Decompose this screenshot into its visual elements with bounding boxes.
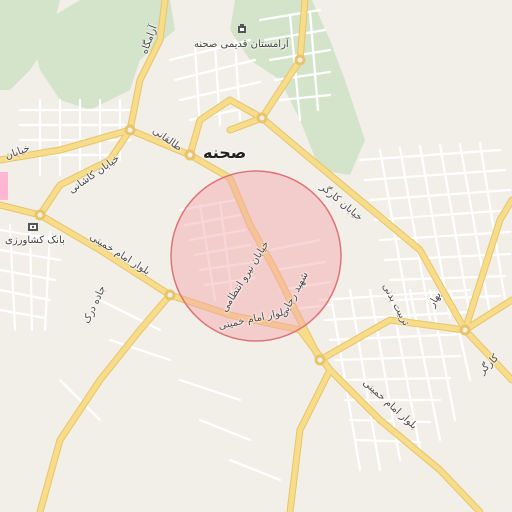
- pink-landuse: [0, 172, 8, 200]
- bank-icon: [28, 223, 38, 231]
- poi-ancient-cemetery[interactable]: آرامستان قدیمی صحنه: [194, 40, 289, 50]
- poi-bank[interactable]: بانک کشاورزی: [5, 236, 65, 246]
- city-label: صحنه: [203, 143, 247, 162]
- cemetery-icon: [238, 24, 246, 33]
